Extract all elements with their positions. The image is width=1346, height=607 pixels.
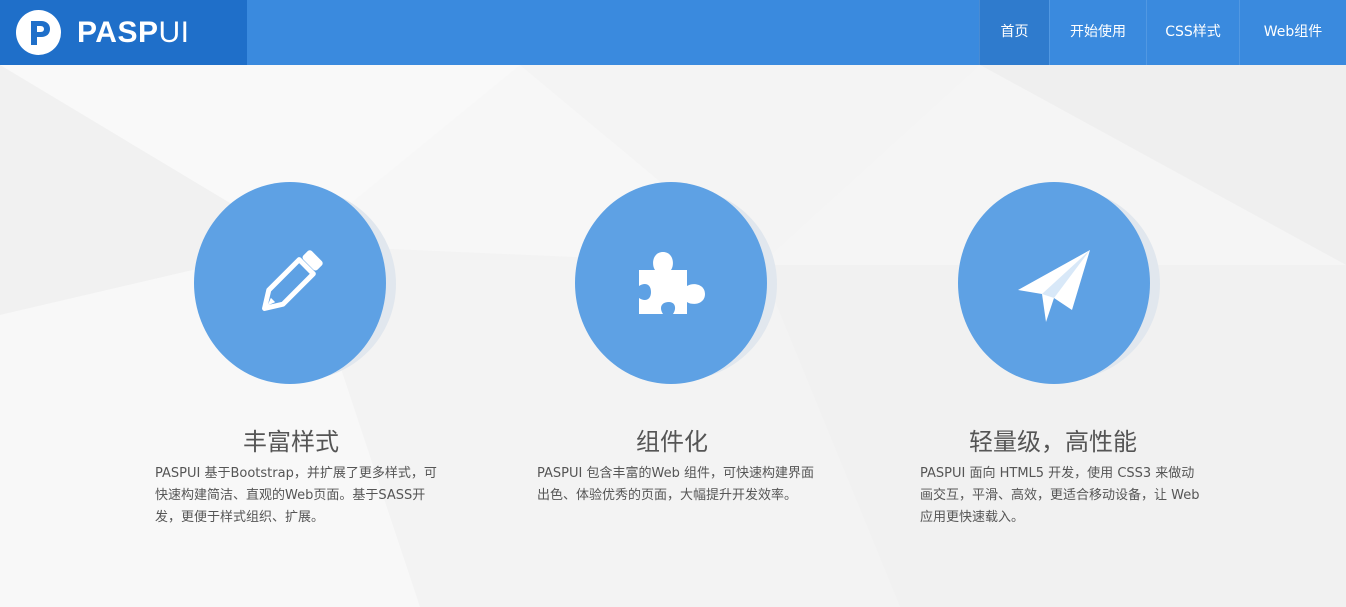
feature-description: PASPUI 包含丰富的Web 组件，可快速构建界面出色、体验优秀的页面，大幅提… (537, 466, 814, 503)
feature-title: 轻量级，高性能 (969, 428, 1137, 456)
feature-componentized: 组件化 PASPUI 包含丰富的Web 组件，可快速构建界面出色、体验优秀的页面… (522, 182, 822, 542)
nav-item-web-components[interactable]: Web组件 (1239, 0, 1346, 65)
nav-item-home[interactable]: 首页 (979, 0, 1049, 65)
brand-name-bold: PASP (77, 16, 159, 49)
main-nav: 首页 开始使用 CSS样式 Web组件 (979, 0, 1346, 65)
feature-icon-circle (958, 182, 1162, 388)
feature-icon-circle (194, 182, 398, 388)
top-navbar: PASPUI 首页 开始使用 CSS样式 Web组件 (0, 0, 1346, 65)
brand-name-light: UI (158, 16, 190, 49)
nav-item-getting-started[interactable]: 开始使用 (1049, 0, 1146, 65)
puzzle-icon (575, 182, 767, 384)
feature-icon-circle (575, 182, 779, 388)
paper-plane-icon (958, 182, 1150, 384)
feature-rich-styles: 丰富样式 PASPUI 基于Bootstrap，并扩展了更多样式，可快速构建简洁… (141, 182, 441, 542)
brand-name: PASPUI (77, 15, 189, 51)
nav-item-css-styles[interactable]: CSS样式 (1146, 0, 1239, 65)
pencil-icon (194, 182, 386, 384)
feature-description: PASPUI 基于Bootstrap，并扩展了更多样式，可快速构建简洁、直观的W… (155, 466, 437, 525)
p-logo-icon (16, 10, 61, 55)
feature-title: 组件化 (636, 428, 708, 456)
feature-title: 丰富样式 (243, 428, 339, 456)
feature-lightweight: 轻量级，高性能 PASPUI 面向 HTML5 开发，使用 CSS3 来做动画交… (903, 182, 1203, 542)
feature-description: PASPUI 面向 HTML5 开发，使用 CSS3 来做动画交互，平滑、高效，… (920, 466, 1200, 525)
brand[interactable]: PASPUI (0, 0, 247, 65)
